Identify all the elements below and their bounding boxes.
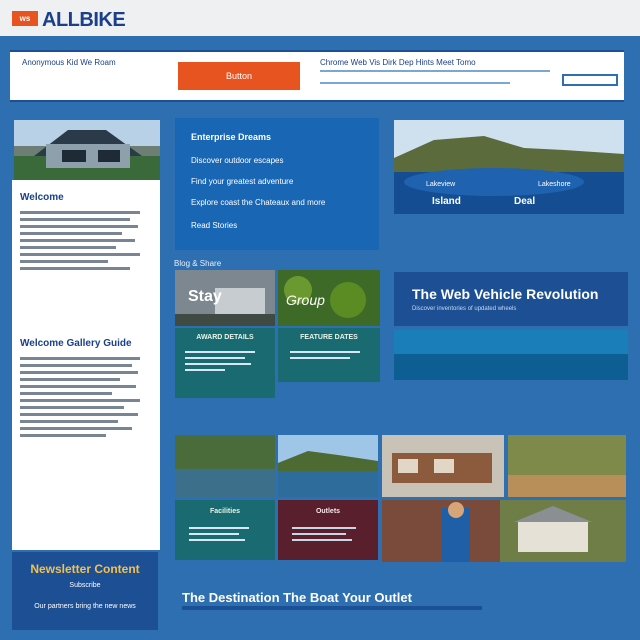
- sidebar-title: Welcome: [20, 192, 64, 203]
- hero-line-3: Explore coast the Chateaux and more: [191, 198, 326, 207]
- lake-image[interactable]: [394, 120, 624, 214]
- feature-title: The Web Vehicle Revolution: [412, 286, 599, 302]
- newsletter-box: Newsletter Content Subscribe Our partner…: [12, 552, 158, 630]
- hero-line-2: Find your greatest adventure: [191, 177, 294, 186]
- newsletter-small: Our partners bring the new news: [34, 603, 136, 610]
- maroon-tile-label: Outlets: [315, 508, 341, 515]
- site-logo[interactable]: ALLBIKE: [42, 9, 126, 32]
- lake-caption-2: Island: [432, 196, 461, 207]
- teal-tile-3-label: Facilities: [210, 508, 240, 515]
- teal-tile-1[interactable]: AWARD DETAILS: [175, 328, 275, 398]
- bottom-underline: [182, 606, 482, 610]
- hero-card-footer[interactable]: Read Stories: [191, 221, 363, 230]
- tile-text-1: Stay: [188, 288, 222, 305]
- newsletter-title: Newsletter Content: [30, 562, 140, 576]
- search-input[interactable]: [562, 74, 618, 86]
- tile-image-cottage[interactable]: [500, 500, 626, 562]
- tile-image-shop[interactable]: [382, 435, 504, 497]
- tile-image-pond[interactable]: [175, 435, 275, 497]
- feature-sub: Discover inventories of updated wheels: [412, 306, 517, 312]
- hero-card[interactable]: Enterprise Dreams Discover outdoor escap…: [175, 118, 379, 250]
- header-left-text: Anonymous Kid We Roam: [22, 58, 116, 67]
- section-label: Blog & Share: [174, 259, 222, 268]
- header-line-2: [320, 82, 510, 84]
- newsletter-subscribe[interactable]: Subscribe: [20, 582, 150, 589]
- sidebar-title-2: Welcome Gallery Guide: [20, 338, 132, 349]
- lake-caption-3: Lakeshore: [538, 181, 571, 188]
- hero-line-1: Discover outdoor escapes: [191, 156, 284, 165]
- teal-tile-2[interactable]: FEATURE DATES: [278, 328, 380, 382]
- teal-tile-1-label: AWARD DETAILS: [196, 334, 254, 341]
- bottom-title: The Destination The Boat Your Outlet: [182, 590, 412, 605]
- tile-image-lake[interactable]: [278, 435, 378, 497]
- feature-image[interactable]: [394, 330, 628, 380]
- tile-image-road[interactable]: [508, 435, 626, 497]
- tile-image-person[interactable]: [382, 500, 500, 562]
- teal-tile-3[interactable]: Facilities: [175, 500, 275, 560]
- primary-button[interactable]: Button: [178, 62, 300, 90]
- house-image: [14, 120, 160, 182]
- header-right-text: Chrome Web Vis Dirk Dep Hints Meet Tomo: [320, 58, 476, 67]
- lake-caption-1: Lakeview: [426, 181, 456, 188]
- tile-text-2: Group: [286, 292, 325, 308]
- teal-tile-2-label: FEATURE DATES: [300, 334, 358, 341]
- maroon-tile[interactable]: Outlets: [278, 500, 378, 560]
- lake-caption-4: Deal: [514, 196, 536, 207]
- logo-badge: ws: [12, 11, 38, 26]
- sidebar-panel: Welcome Welcome Gallery Guide: [12, 180, 160, 550]
- feature-banner[interactable]: The Web Vehicle Revolution Discover inve…: [394, 272, 628, 326]
- hero-card-title: Enterprise Dreams: [191, 132, 272, 142]
- header-line: [320, 70, 550, 72]
